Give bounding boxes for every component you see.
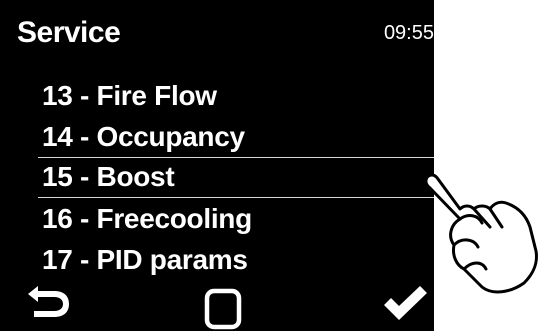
- device-screen: Service 09:55 13 - Fire Flow 14 - Occupa…: [0, 0, 434, 331]
- home-button[interactable]: [204, 288, 242, 330]
- service-menu: 13 - Fire Flow 14 - Occupancy 15 - Boost…: [0, 75, 434, 280]
- menu-item-occupancy[interactable]: 14 - Occupancy: [0, 116, 434, 157]
- square-home-icon: [204, 288, 242, 330]
- clock: 09:55: [383, 22, 434, 44]
- menu-item-pid-params[interactable]: 17 - PID params: [0, 239, 434, 280]
- back-arrow-icon: [28, 286, 69, 317]
- menu-item-boost[interactable]: 15 - Boost: [38, 157, 434, 198]
- back-button[interactable]: [24, 284, 74, 324]
- bottom-bar: [0, 282, 434, 331]
- pointing-hand-icon: [424, 173, 538, 294]
- device-illustration: Service 09:55 13 - Fire Flow 14 - Occupa…: [0, 0, 538, 331]
- menu-item-fire-flow[interactable]: 13 - Fire Flow: [0, 75, 434, 116]
- page-title: Service: [17, 16, 121, 49]
- menu-item-freecooling[interactable]: 16 - Freecooling: [0, 198, 434, 239]
